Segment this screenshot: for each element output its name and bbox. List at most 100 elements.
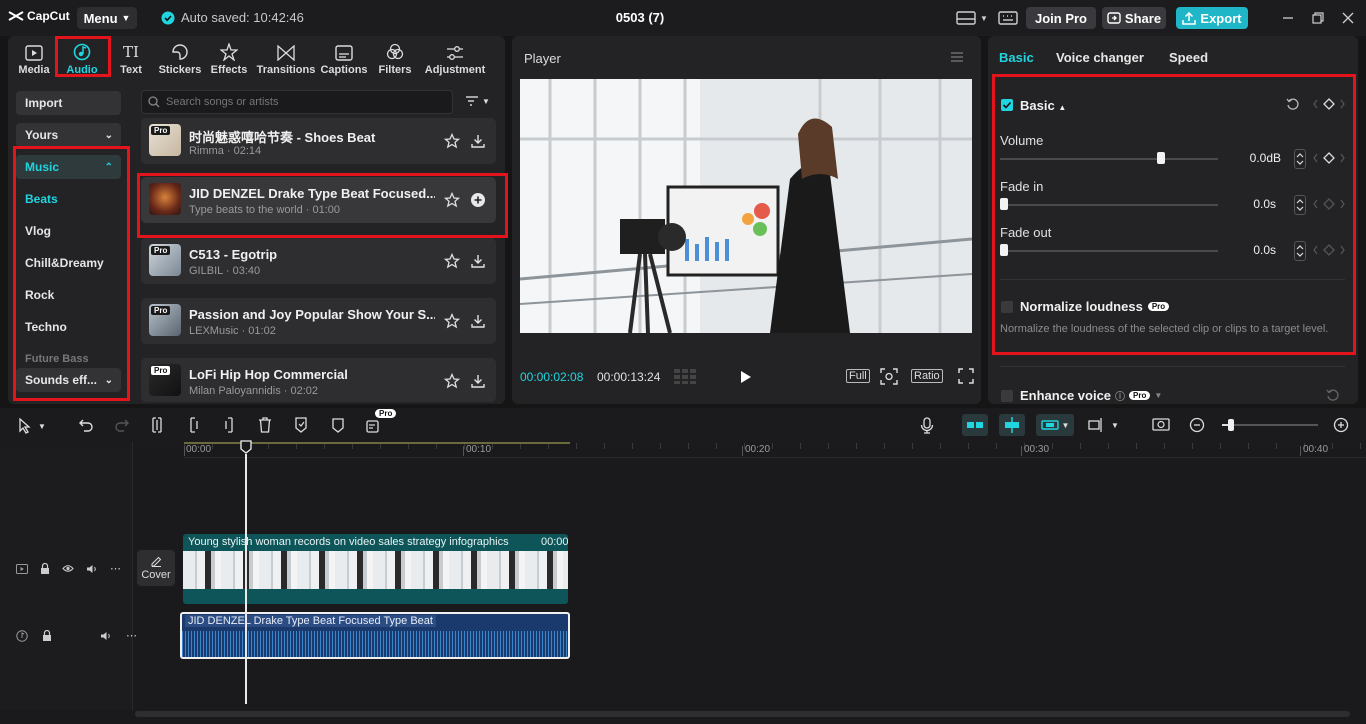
- main-track-magnet-icon[interactable]: [962, 414, 988, 436]
- tab-speed[interactable]: Speed: [1169, 50, 1208, 65]
- fade-out-slider-knob[interactable]: [1000, 244, 1008, 256]
- timeline-scrollbar[interactable]: [135, 711, 1350, 717]
- favorite-star-icon[interactable]: [444, 313, 460, 329]
- auto-snap-icon[interactable]: [999, 414, 1025, 436]
- tab-text[interactable]: TI Text: [105, 40, 157, 76]
- reset-icon[interactable]: [1286, 97, 1300, 111]
- ratio-button[interactable]: Ratio: [911, 369, 943, 383]
- tab-transitions[interactable]: Transitions: [255, 40, 317, 76]
- tab-filters[interactable]: Filters: [369, 40, 421, 76]
- tab-audio[interactable]: Audio: [56, 40, 108, 76]
- sounds-effects-dropdown[interactable]: Sounds eff... ⌄: [16, 368, 121, 392]
- marker-icon[interactable]: [294, 417, 308, 433]
- favorite-star-icon[interactable]: [444, 253, 460, 269]
- minimize-icon[interactable]: [1280, 10, 1296, 26]
- list-item[interactable]: Pro C513 - Egotrip GILBIL · 03:40: [141, 238, 496, 284]
- list-item[interactable]: JID DENZEL Drake Type Beat Focused... Ty…: [141, 177, 496, 223]
- download-icon[interactable]: [470, 253, 486, 269]
- microphone-icon[interactable]: [920, 417, 934, 434]
- keyframe-nav-icon[interactable]: [1313, 244, 1345, 256]
- preview-axis-icon[interactable]: ▼: [1088, 417, 1119, 433]
- reset-icon[interactable]: [1326, 388, 1340, 402]
- play-icon[interactable]: [740, 370, 752, 384]
- video-clip[interactable]: Young stylish woman records on video sal…: [183, 534, 568, 604]
- fade-out-slider[interactable]: [1000, 250, 1218, 252]
- sidebar-item-beats[interactable]: Beats: [16, 187, 121, 211]
- fit-screen-icon[interactable]: [880, 368, 898, 385]
- fullscreen-icon[interactable]: [958, 368, 974, 384]
- share-button[interactable]: Share: [1102, 7, 1166, 29]
- search-input[interactable]: [166, 96, 436, 108]
- keyframe-nav-icon[interactable]: [1313, 198, 1345, 210]
- music-category[interactable]: Music ⌃: [16, 155, 121, 179]
- player-menu-icon[interactable]: [950, 51, 964, 63]
- download-icon[interactable]: [470, 373, 486, 389]
- fade-in-stepper[interactable]: [1294, 195, 1306, 215]
- zoom-out-icon[interactable]: [1189, 417, 1205, 433]
- fade-out-stepper[interactable]: [1294, 241, 1306, 261]
- filter-sort-button[interactable]: ▼: [465, 95, 490, 107]
- keyboard-icon[interactable]: [998, 11, 1018, 25]
- download-icon[interactable]: [470, 133, 486, 149]
- download-icon[interactable]: [470, 313, 486, 329]
- select-tool-icon[interactable]: ▼: [18, 418, 46, 434]
- list-item[interactable]: Pro LoFi Hip Hop Commercial Milan Paloya…: [141, 358, 496, 402]
- add-icon[interactable]: [470, 192, 486, 208]
- list-item[interactable]: Pro 时尚魅惑嘻哈节奏 - Shoes Beat Rimma · 02:14: [141, 118, 496, 164]
- sidebar-item-vlog[interactable]: Vlog: [16, 219, 121, 243]
- tab-voice-changer[interactable]: Voice changer: [1056, 50, 1144, 65]
- fade-in-slider-knob[interactable]: [1000, 198, 1008, 210]
- fade-in-slider[interactable]: [1000, 204, 1218, 206]
- redo-icon[interactable]: [114, 418, 130, 432]
- keyframe-nav-icon[interactable]: [1313, 98, 1345, 110]
- close-icon[interactable]: [1340, 10, 1356, 26]
- screenshot-icon[interactable]: [1152, 417, 1170, 433]
- favorite-star-icon[interactable]: [444, 373, 460, 389]
- undo-icon[interactable]: [78, 418, 94, 432]
- delete-icon[interactable]: [258, 417, 272, 433]
- auto-captions-icon[interactable]: [366, 417, 382, 433]
- volume-slider[interactable]: [1000, 158, 1218, 160]
- zoom-in-icon[interactable]: [1333, 417, 1349, 433]
- volume-value[interactable]: 0.0dB: [1223, 151, 1281, 171]
- keyframe-nav-icon[interactable]: [1313, 152, 1345, 164]
- basic-checkbox[interactable]: [1001, 99, 1013, 111]
- shield-icon[interactable]: [331, 417, 345, 433]
- full-button[interactable]: Full: [846, 369, 870, 383]
- list-item[interactable]: Pro Passion and Joy Popular Show Your S.…: [141, 298, 496, 344]
- volume-slider-knob[interactable]: [1157, 152, 1165, 164]
- favorite-star-icon[interactable]: [444, 192, 460, 208]
- yours-dropdown[interactable]: Yours ⌄: [16, 123, 121, 147]
- normalize-checkbox[interactable]: [1001, 301, 1013, 313]
- video-preview[interactable]: [520, 79, 972, 333]
- tab-captions[interactable]: Captions: [318, 40, 370, 76]
- split-icon[interactable]: [150, 417, 164, 433]
- playhead-handle[interactable]: [240, 440, 252, 454]
- favorite-star-icon[interactable]: [444, 133, 460, 149]
- fade-in-value[interactable]: 0.0s: [1218, 197, 1276, 217]
- zoom-slider-knob[interactable]: [1228, 419, 1234, 431]
- tab-stickers[interactable]: Stickers: [154, 40, 206, 76]
- sidebar-item-techno[interactable]: Techno: [16, 315, 121, 339]
- menu-button[interactable]: Menu ▼: [77, 7, 137, 29]
- import-button[interactable]: Import: [16, 91, 121, 115]
- volume-stepper[interactable]: [1294, 149, 1306, 169]
- layout-icon[interactable]: ▼: [956, 11, 988, 25]
- zoom-slider[interactable]: [1222, 424, 1318, 426]
- join-pro-button[interactable]: Join Pro: [1026, 7, 1096, 29]
- enhance-voice-checkbox[interactable]: [1001, 390, 1013, 402]
- cover-button[interactable]: Cover: [137, 550, 175, 586]
- trim-right-icon[interactable]: [222, 417, 236, 433]
- sidebar-item-rock[interactable]: Rock: [16, 283, 121, 307]
- tab-basic[interactable]: Basic: [999, 50, 1034, 65]
- tab-effects[interactable]: Effects: [203, 40, 255, 76]
- maximize-icon[interactable]: [1310, 10, 1326, 26]
- export-button[interactable]: Export: [1176, 7, 1248, 29]
- sidebar-item-chill-dreamy[interactable]: Chill&Dreamy: [16, 251, 121, 275]
- linkage-icon[interactable]: ▼: [1036, 414, 1074, 436]
- fade-out-value[interactable]: 0.0s: [1218, 243, 1276, 263]
- search-box[interactable]: [141, 90, 453, 114]
- audio-clip[interactable]: JID DENZEL Drake Type Beat Focused Type …: [180, 612, 570, 659]
- tab-adjustment[interactable]: Adjustment: [422, 40, 488, 76]
- tab-media[interactable]: Media: [8, 40, 60, 76]
